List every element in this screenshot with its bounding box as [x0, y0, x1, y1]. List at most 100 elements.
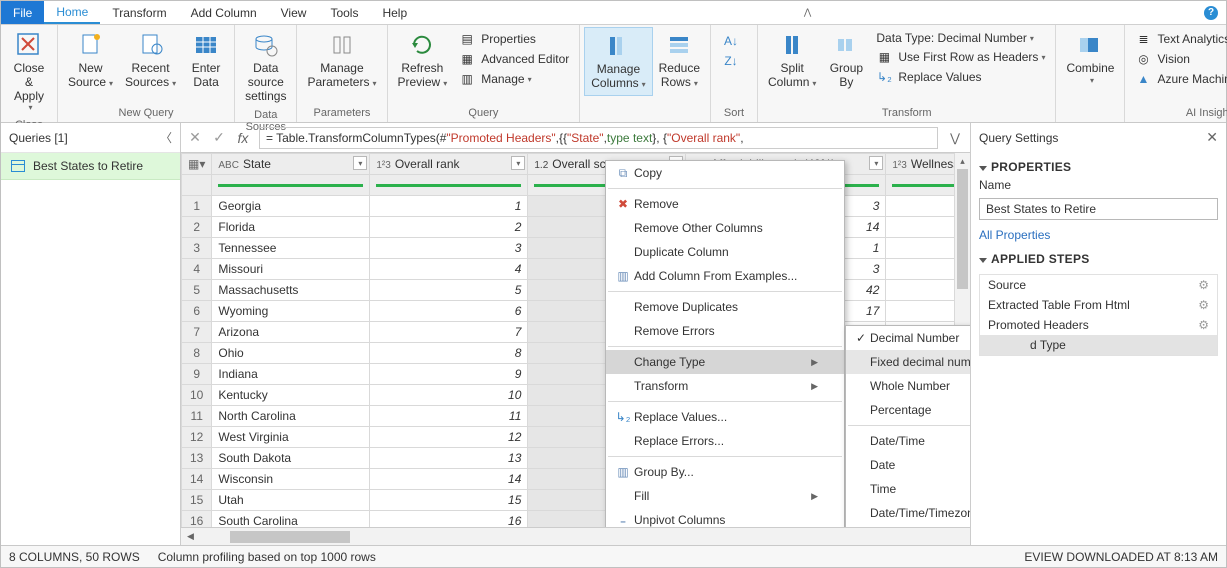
combine-button[interactable]: Combine▾ — [1060, 27, 1120, 89]
ctx-remove-errors[interactable]: Remove Errors — [606, 319, 844, 343]
ctx-replace-errors[interactable]: Replace Errors... — [606, 429, 844, 453]
manage-columns-button[interactable]: ManageColumns▾ — [584, 27, 652, 96]
cell-overall-rank[interactable]: 9 — [370, 364, 528, 385]
use-first-row-button[interactable]: ▦Use First Row as Headers▾ — [870, 47, 1051, 67]
cell-overall-rank[interactable]: 2 — [370, 217, 528, 238]
help-icon[interactable]: ? — [1196, 1, 1226, 24]
name-input[interactable]: Best States to Retire — [979, 198, 1218, 220]
manage-button[interactable]: ▥Manage▾ — [453, 69, 575, 89]
cell-overall-rank[interactable]: 12 — [370, 427, 528, 448]
menu-add-column[interactable]: Add Column — [179, 1, 269, 24]
step-item-active[interactable]: Changed Type — [980, 335, 1217, 355]
gear-icon[interactable]: ⚙ — [1198, 318, 1209, 332]
data-source-settings-button[interactable]: Data sourcesettings — [239, 27, 292, 107]
step-item[interactable]: Promoted Headers⚙ — [980, 315, 1217, 335]
reduce-rows-button[interactable]: ReduceRows▾ — [653, 27, 706, 94]
query-item[interactable]: Best States to Retire — [1, 153, 180, 180]
azure-ml-button[interactable]: ▲Azure Machine Learning — [1129, 69, 1227, 89]
cell-state[interactable]: Utah — [212, 490, 370, 511]
cell-overall-rank[interactable]: 13 — [370, 448, 528, 469]
formula-input[interactable]: = Table.TransformColumnTypes(#"Promoted … — [259, 127, 938, 149]
cell-overall-rank[interactable]: 11 — [370, 406, 528, 427]
ctx-remove[interactable]: ✖Remove — [606, 192, 844, 216]
cell-state[interactable]: Florida — [212, 217, 370, 238]
split-column-button[interactable]: SplitColumn▾ — [762, 27, 822, 94]
recent-sources-button[interactable]: RecentSources▾ — [119, 27, 182, 94]
gear-icon[interactable]: ⚙ — [1198, 298, 1209, 312]
menu-help[interactable]: Help — [370, 1, 419, 24]
gear-icon[interactable]: ⚙ — [1198, 278, 1209, 292]
sort-desc-button[interactable]: Z↓ — [717, 51, 751, 71]
close-apply-button[interactable]: Close &Apply▾ — [5, 27, 53, 117]
cell-overall-rank[interactable]: 15 — [370, 490, 528, 511]
cell-state[interactable]: Wyoming — [212, 301, 370, 322]
ctx-add-from-examples[interactable]: ▥Add Column From Examples... — [606, 264, 844, 288]
menu-transform[interactable]: Transform — [100, 1, 178, 24]
table-row[interactable]: 2Florida214 — [182, 217, 970, 238]
refresh-preview-button[interactable]: RefreshPreview▾ — [392, 27, 454, 94]
new-source-button[interactable]: NewSource▾ — [62, 27, 119, 94]
type-time[interactable]: Time — [846, 477, 970, 501]
type-decimal[interactable]: ✓Decimal Number — [846, 326, 970, 350]
queries-collapse-icon[interactable]: 〈 — [160, 129, 172, 146]
cell-state[interactable]: Arizona — [212, 322, 370, 343]
step-item[interactable]: Extracted Table From Html⚙ — [980, 295, 1217, 315]
cell-overall-rank[interactable]: 4 — [370, 259, 528, 280]
col-dropdown-icon[interactable]: ▾ — [869, 156, 883, 170]
cell-state[interactable]: North Carolina — [212, 406, 370, 427]
menu-view[interactable]: View — [269, 1, 319, 24]
menu-tools[interactable]: Tools — [318, 1, 370, 24]
formula-cancel-icon[interactable]: ✕ — [187, 129, 203, 146]
type-duration[interactable]: Duration — [846, 525, 970, 527]
horizontal-scrollbar[interactable]: ◀ — [181, 527, 970, 545]
enter-data-button[interactable]: EnterData — [182, 27, 230, 94]
cell-state[interactable]: South Carolina — [212, 511, 370, 528]
table-row[interactable]: 5Massachusetts542 — [182, 280, 970, 301]
cell-state[interactable]: Tennessee — [212, 238, 370, 259]
type-percentage[interactable]: Percentage — [846, 398, 970, 422]
menu-home[interactable]: Home — [44, 1, 100, 24]
cell-state[interactable]: Georgia — [212, 196, 370, 217]
col-dropdown-icon[interactable]: ▾ — [353, 156, 367, 170]
data-grid[interactable]: ▦▾ ABCState▾ 1²3Overall rank▾ 1.2Overall… — [181, 153, 970, 527]
replace-values-button[interactable]: ↳₂Replace Values — [870, 67, 1051, 87]
ctx-replace-values[interactable]: ↳₂Replace Values... — [606, 405, 844, 429]
cell-overall-rank[interactable]: 16 — [370, 511, 528, 528]
ctx-remove-duplicates[interactable]: Remove Duplicates — [606, 295, 844, 319]
table-row[interactable]: 3Tennessee31 — [182, 238, 970, 259]
collapse-ribbon-caret[interactable]: ⋀ — [796, 1, 819, 24]
type-datetime[interactable]: Date/Time — [846, 429, 970, 453]
type-dttz[interactable]: Date/Time/Timezone — [846, 501, 970, 525]
cell-overall-rank[interactable]: 6 — [370, 301, 528, 322]
table-row[interactable]: 6Wyoming617 — [182, 301, 970, 322]
ctx-transform[interactable]: Transform▶ — [606, 374, 844, 398]
col-state[interactable]: ABCState▾ — [212, 154, 370, 175]
ctx-fill[interactable]: Fill▶ — [606, 484, 844, 508]
cell-overall-rank[interactable]: 14 — [370, 469, 528, 490]
ctx-duplicate[interactable]: Duplicate Column — [606, 240, 844, 264]
ctx-remove-other[interactable]: Remove Other Columns — [606, 216, 844, 240]
cell-overall-rank[interactable]: 1 — [370, 196, 528, 217]
cell-overall-rank[interactable]: 8 — [370, 343, 528, 364]
cell-overall-rank[interactable]: 7 — [370, 322, 528, 343]
properties-button[interactable]: ▤Properties — [453, 29, 575, 49]
type-whole[interactable]: Whole Number — [846, 374, 970, 398]
ctx-group-by[interactable]: ▥Group By... — [606, 460, 844, 484]
cell-state[interactable]: Indiana — [212, 364, 370, 385]
table-corner[interactable]: ▦▾ — [182, 154, 212, 175]
data-type-button[interactable]: Data Type: Decimal Number▾ — [870, 29, 1051, 47]
fx-icon[interactable]: fx — [235, 130, 251, 146]
cell-overall-rank[interactable]: 3 — [370, 238, 528, 259]
type-fixed-decimal[interactable]: Fixed decimal number — [846, 350, 970, 374]
group-by-button[interactable]: GroupBy — [822, 27, 870, 94]
close-icon[interactable]: ✕ — [1206, 129, 1218, 146]
cell-state[interactable]: Wisconsin — [212, 469, 370, 490]
formula-expand-icon[interactable]: ⋁ — [946, 131, 964, 145]
cell-state[interactable]: Massachusetts — [212, 280, 370, 301]
cell-state[interactable]: West Virginia — [212, 427, 370, 448]
cell-state[interactable]: Missouri — [212, 259, 370, 280]
ctx-unpivot[interactable]: ₌Unpivot Columns — [606, 508, 844, 527]
cell-state[interactable]: South Dakota — [212, 448, 370, 469]
menu-file[interactable]: File — [1, 1, 44, 24]
col-dropdown-icon[interactable]: ▾ — [511, 156, 525, 170]
